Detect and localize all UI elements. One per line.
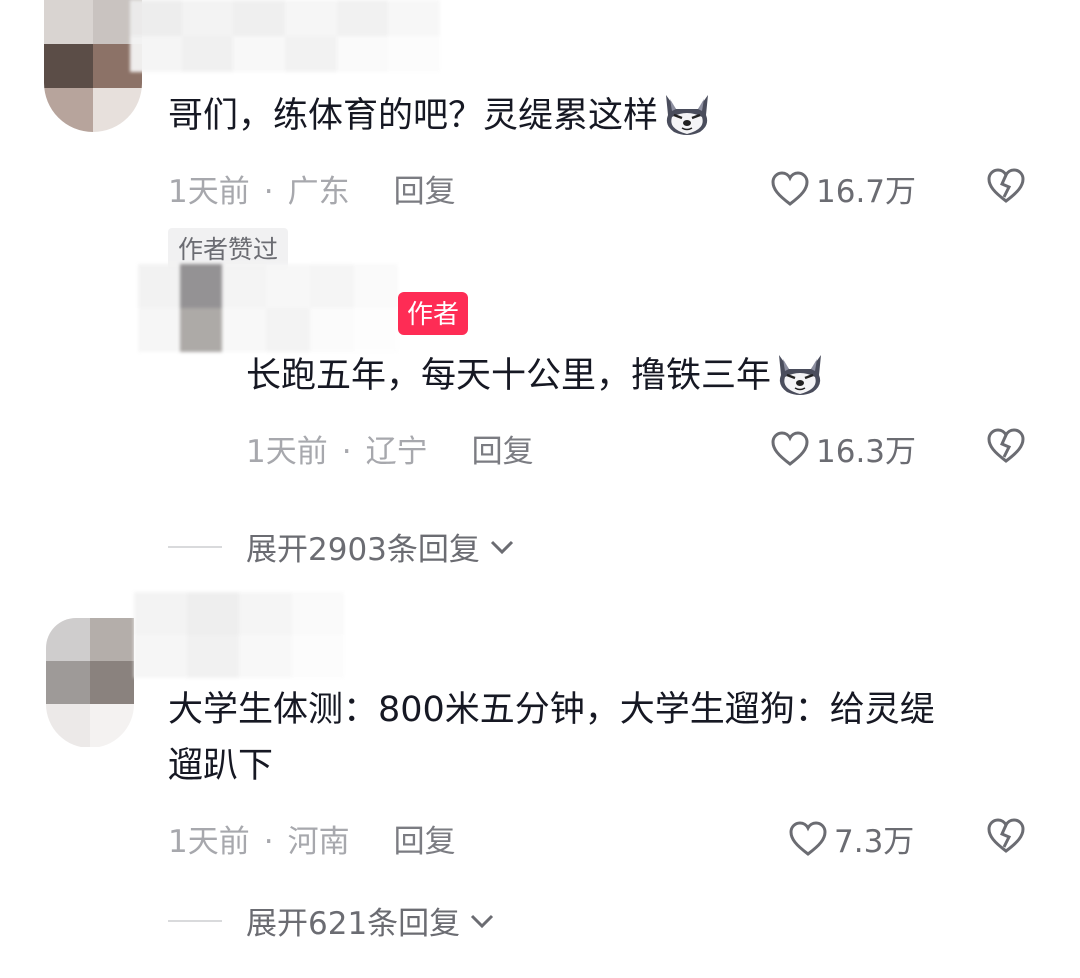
like-count: 7.3万 (834, 824, 915, 860)
reply-location: 辽宁 (365, 434, 428, 470)
reply-text: 长跑五年，每天十公里，撸铁三年 (246, 348, 827, 404)
expand-replies-label: 展开2903条回复 (246, 532, 480, 568)
comment-body-line-1: 大学生体测：800米五分钟，大学生遛狗：给灵缇 (168, 690, 935, 730)
expand-replies-button[interactable]: 展开621条回复 (168, 898, 496, 943)
like-button[interactable]: 16.3万 (770, 426, 916, 471)
heart-outline-icon (771, 430, 809, 466)
separator-dot: · (263, 824, 274, 860)
comment-meta: 1天前 · 广东 回复 (168, 166, 456, 211)
divider-line (168, 919, 222, 922)
reply-button[interactable]: 回复 (394, 824, 456, 860)
author-badge: 作者 (398, 292, 469, 335)
like-button[interactable]: 16.7万 (770, 166, 916, 211)
chevron-down-icon (471, 914, 494, 928)
comment-text: 哥们，练体育的吧？灵缇累这样 (168, 88, 714, 144)
dog-emoji-icon (779, 355, 822, 395)
reply-time: 1天前 (246, 434, 328, 470)
avatar[interactable] (46, 618, 134, 748)
comment-list: 哥们，练体育的吧？灵缇累这样 1天前 · 广东 回复 16.7万 作者赞过 作者… (0, 0, 1080, 978)
chevron-down-icon (490, 540, 513, 554)
dog-emoji-icon (666, 95, 709, 135)
comment-time: 1天前 (168, 174, 250, 210)
comment-location: 河南 (287, 824, 350, 860)
broken-heart-icon[interactable] (986, 167, 1026, 205)
reply-body: 长跑五年，每天十公里，撸铁三年 (246, 356, 772, 396)
comment-text: 大学生体测：800米五分钟，大学生遛狗：给灵缇 遛趴下 (168, 682, 935, 794)
reply-meta: 1天前 · 辽宁 回复 (246, 426, 534, 471)
expand-replies-label: 展开621条回复 (246, 906, 461, 942)
comment-body: 哥们，练体育的吧？灵缇累这样 (168, 96, 659, 136)
separator-dot: · (341, 434, 352, 470)
reply-button[interactable]: 回复 (394, 174, 456, 210)
like-count: 16.3万 (816, 434, 917, 470)
heart-outline-icon (771, 170, 809, 206)
comment-meta: 1天前 · 河南 回复 (168, 816, 456, 861)
separator-dot: · (263, 174, 274, 210)
like-button[interactable]: 7.3万 (788, 816, 914, 861)
broken-heart-icon[interactable] (986, 427, 1026, 465)
comment-location: 广东 (287, 174, 350, 210)
username[interactable] (130, 0, 440, 72)
divider-line (168, 545, 222, 548)
reply-button[interactable]: 回复 (472, 434, 534, 470)
avatar[interactable] (44, 0, 142, 132)
username[interactable] (134, 592, 344, 678)
broken-heart-icon[interactable] (986, 817, 1026, 855)
reply-avatar[interactable] (138, 264, 398, 352)
comment-time: 1天前 (168, 824, 250, 860)
like-count: 16.7万 (816, 174, 917, 210)
expand-replies-button[interactable]: 展开2903条回复 (168, 524, 516, 569)
heart-outline-icon (789, 820, 827, 856)
comment-body-line-2: 遛趴下 (168, 746, 274, 786)
